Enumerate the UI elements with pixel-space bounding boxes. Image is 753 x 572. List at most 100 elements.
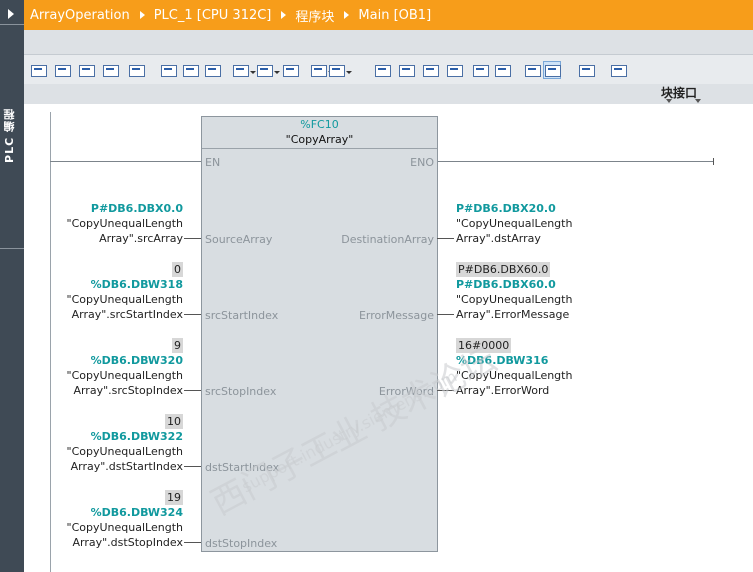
- block-name[interactable]: "CopyArray": [202, 133, 437, 146]
- reset-start-values-icon[interactable]: [128, 62, 145, 78]
- block-call-icon[interactable]: [422, 62, 439, 78]
- operand-symbol-line2: Array".srcArray: [99, 232, 183, 245]
- operand-errormessage[interactable]: P#DB6.DBX60.0 P#DB6.DBX60.0 "CopyUnequal…: [456, 262, 572, 322]
- operand-srcstopindex[interactable]: 9 %DB6.DBW320 "CopyUnequalLength Array".…: [67, 338, 183, 398]
- monitor-value: P#DB6.DBX60.0: [456, 262, 551, 277]
- divider: [202, 148, 437, 149]
- power-rail: [50, 112, 51, 572]
- operand-address: P#DB6.DBX60.0: [456, 278, 556, 291]
- operand-address: P#DB6.DBX20.0: [456, 202, 556, 215]
- operand-symbol-line1: "CopyUnequalLength: [66, 217, 183, 230]
- list-icon[interactable]: [310, 62, 334, 78]
- monitor-icon[interactable]: [472, 62, 489, 78]
- insert-row-icon[interactable]: [78, 62, 95, 78]
- pin-srcstartindex[interactable]: srcStartIndex: [205, 309, 278, 322]
- select-all-icon[interactable]: [160, 62, 177, 78]
- block-interface-icon[interactable]: [610, 62, 627, 78]
- operand-symbol-line2: Array".dstArray: [456, 232, 541, 245]
- ladder-network-canvas[interactable]: %FC10 "CopyArray" EN ENO SourceArray Des…: [24, 104, 753, 572]
- pin-en[interactable]: EN: [205, 156, 220, 169]
- splitter-handle-icon[interactable]: [695, 99, 701, 103]
- operand-address: %DB6.DBW318: [90, 278, 183, 291]
- delete-network-icon[interactable]: [54, 62, 71, 78]
- operand-symbol-line2: Array".ErrorWord: [456, 384, 550, 397]
- input-wire: [184, 390, 201, 391]
- operand-address: %DB6.DBW320: [90, 354, 183, 367]
- operand-address: %DB6.DBW324: [90, 506, 183, 519]
- operand-errorword[interactable]: 16#0000 %DB6.DBW316 "CopyUnequalLength A…: [456, 338, 572, 398]
- close-all-networks-icon[interactable]: [204, 62, 221, 78]
- operand-symbol-line1: "CopyUnequalLength: [456, 369, 573, 382]
- operand-symbol-line1: "CopyUnequalLength: [66, 521, 183, 534]
- operand-dstarray[interactable]: P#DB6.DBX20.0 "CopyUnequalLength Array".…: [456, 201, 572, 246]
- update-calls-icon[interactable]: [398, 62, 415, 78]
- breadcrumb-device[interactable]: PLC_1 [CPU 312C]: [154, 8, 272, 23]
- operand-symbol-line2: Array".srcStartIndex: [71, 308, 183, 321]
- sidebar-tab-plc-programming[interactable]: PLC 编程: [2, 108, 22, 163]
- pin-srcstopindex[interactable]: srcStopIndex: [205, 385, 276, 398]
- pin-eno[interactable]: ENO: [410, 156, 434, 169]
- display-operands-icon[interactable]: [524, 62, 541, 78]
- operand-srcstartindex[interactable]: 0 %DB6.DBW318 "CopyUnequalLength Array".…: [67, 262, 183, 322]
- monitor-value: 19: [165, 490, 183, 505]
- breadcrumb-program-blocks[interactable]: 程序块: [295, 6, 334, 25]
- en-wire: [50, 161, 201, 162]
- operand-symbol-line2: Array".ErrorMessage: [456, 308, 570, 321]
- breadcrumb: ArrayOperation PLC_1 [CPU 312C] 程序块 Main…: [24, 0, 753, 30]
- monitor-value: 0: [172, 262, 183, 277]
- output-wire: [437, 238, 454, 239]
- input-wire: [184, 238, 201, 239]
- pin-errormessage[interactable]: ErrorMessage: [359, 309, 434, 322]
- output-wire: [437, 390, 454, 391]
- operand-address: %DB6.DBW322: [90, 430, 183, 443]
- divider: [0, 248, 24, 249]
- pin-sourcearray[interactable]: SourceArray: [205, 233, 272, 246]
- operand-srcarray[interactable]: P#DB6.DBX0.0 "CopyUnequalLength Array".s…: [67, 201, 183, 246]
- input-wire: [184, 314, 201, 315]
- operand-address: P#DB6.DBX0.0: [90, 202, 183, 215]
- insert-network-icon[interactable]: [30, 62, 47, 78]
- block-instance[interactable]: %FC10: [202, 118, 437, 131]
- monitor-value: 10: [165, 414, 183, 429]
- breadcrumb-separator-icon: [139, 11, 145, 19]
- breadcrumb-separator-icon: [344, 11, 350, 19]
- operand-symbol-line1: "CopyUnequalLength: [66, 293, 183, 306]
- call-hierarchy-icon[interactable]: [543, 61, 561, 79]
- output-wire: [437, 314, 454, 315]
- operand-dststartindex[interactable]: 10 %DB6.DBW322 "CopyUnequalLength Array"…: [67, 414, 183, 474]
- breadcrumb-project[interactable]: ArrayOperation: [30, 8, 130, 23]
- go-to-previous-error-icon[interactable]: [328, 62, 352, 78]
- expand-arrow-icon[interactable]: [8, 9, 14, 19]
- breadcrumb-block[interactable]: Main [OB1]: [358, 8, 431, 23]
- eno-wire: [437, 161, 714, 162]
- rail-end: [713, 158, 714, 165]
- pin-destinationarray[interactable]: DestinationArray: [341, 233, 434, 246]
- pin-errorword[interactable]: ErrorWord: [379, 385, 434, 398]
- go-to-next-error-icon[interactable]: [374, 62, 391, 78]
- set-value-icon[interactable]: [494, 62, 511, 78]
- operand-symbol-line2: Array".srcStopIndex: [73, 384, 183, 397]
- pin-dststartindex[interactable]: dstStartIndex: [205, 461, 279, 474]
- left-sidebar: PLC 编程: [0, 0, 24, 572]
- favorites-icon[interactable]: [282, 62, 299, 78]
- block-header: %FC10 "CopyArray": [202, 117, 437, 147]
- operand-symbol-line2: Array".dstStartIndex: [70, 460, 183, 473]
- block-interface-bar: 块接口: [24, 84, 753, 104]
- editor-toolbar: [24, 54, 753, 85]
- operand-symbol-line1: "CopyUnequalLength: [66, 369, 183, 382]
- comments-toggle-icon[interactable]: [232, 62, 256, 78]
- open-all-networks-icon[interactable]: [182, 62, 199, 78]
- operand-dststopindex[interactable]: 19 %DB6.DBW324 "CopyUnequalLength Array"…: [67, 490, 183, 550]
- operand-symbol-line2: Array".dstStopIndex: [72, 536, 184, 549]
- operand-symbol-line1: "CopyUnequalLength: [456, 217, 573, 230]
- pin-dststopindex[interactable]: dstStopIndex: [205, 537, 277, 550]
- compare-icon[interactable]: [446, 62, 463, 78]
- monitoring-on-off-icon[interactable]: [578, 62, 595, 78]
- function-block-copyarray[interactable]: %FC10 "CopyArray" EN ENO SourceArray Des…: [201, 116, 438, 552]
- splitter-handle-icon[interactable]: [666, 99, 672, 103]
- breadcrumb-separator-icon: [281, 11, 287, 19]
- input-wire: [184, 466, 201, 467]
- add-row-icon[interactable]: [102, 62, 119, 78]
- divider: [0, 24, 24, 25]
- absolute-operands-icon[interactable]: [256, 62, 280, 78]
